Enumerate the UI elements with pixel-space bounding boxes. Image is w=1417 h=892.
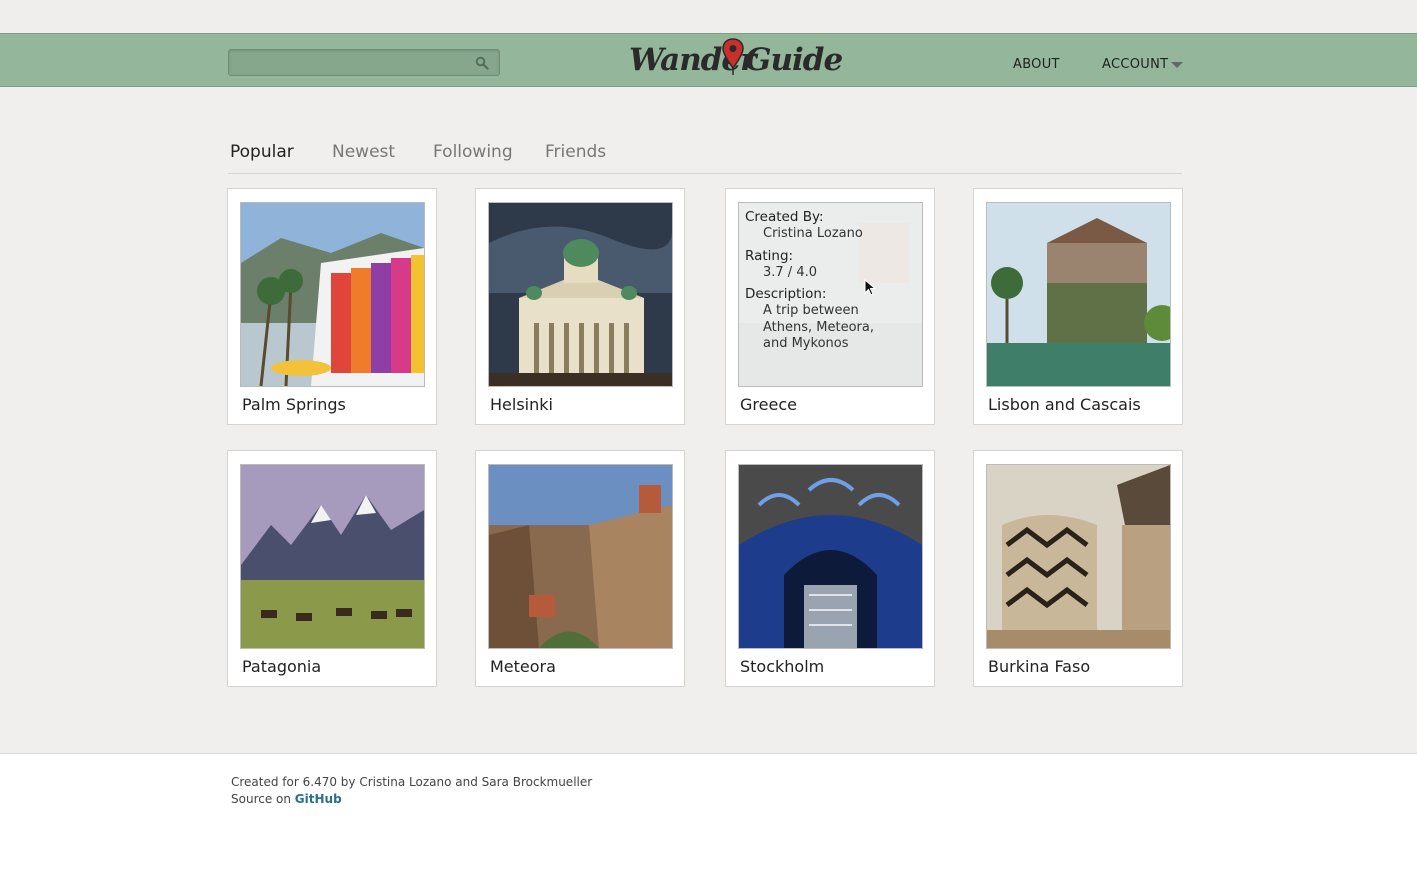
tab-following[interactable]: Following — [433, 142, 513, 162]
description-label: Description: — [745, 286, 827, 302]
search-box[interactable] — [228, 49, 500, 76]
tab-friends[interactable]: Friends — [545, 142, 606, 162]
guide-image[interactable] — [986, 464, 1171, 649]
guide-title[interactable]: Meteora — [490, 657, 556, 676]
feed-tabs: Popular Newest Following Friends — [228, 140, 1182, 174]
guide-image[interactable] — [240, 202, 425, 387]
guide-card-stockholm[interactable]: Stockholm — [725, 450, 935, 687]
footer-credit: Created for 6.470 by Cristina Lozano and… — [231, 775, 593, 789]
github-link[interactable]: GitHub — [295, 792, 342, 806]
search-input[interactable] — [229, 50, 469, 75]
tab-newest[interactable]: Newest — [332, 142, 395, 162]
search-icon[interactable] — [475, 56, 489, 70]
guide-title[interactable]: Patagonia — [242, 657, 321, 676]
guide-card-burkina-faso[interactable]: Burkina Faso — [973, 450, 1183, 687]
footer: Created for 6.470 by Cristina Lozano and… — [0, 753, 1417, 892]
guide-image[interactable] — [240, 464, 425, 649]
guide-card-greece[interactable]: Created By: Cristina Lozano Rating: 3.7 … — [725, 188, 935, 425]
guide-card-palm-springs[interactable]: Palm Springs — [227, 188, 437, 425]
mouse-cursor-icon — [864, 279, 876, 296]
guide-card-helsinki[interactable]: Helsinki — [475, 188, 685, 425]
chevron-down-icon[interactable] — [1171, 62, 1183, 68]
guide-image[interactable] — [488, 202, 673, 387]
top-strip — [0, 0, 1417, 33]
guide-title[interactable]: Helsinki — [490, 395, 553, 414]
created-by-value: Cristina Lozano — [763, 226, 863, 241]
header-bar: Wander Guide ABOUT ACCOUNT — [0, 33, 1417, 87]
guide-hover-details: Created By: Cristina Lozano Rating: 3.7 … — [739, 203, 922, 386]
guide-card-patagonia[interactable]: Patagonia — [227, 450, 437, 687]
nav-account[interactable]: ACCOUNT — [1102, 57, 1168, 72]
guide-title[interactable]: Palm Springs — [242, 395, 346, 414]
rating-value: 3.7 / 4.0 — [763, 264, 817, 280]
description-value: A trip between Athens, Meteora, and Myko… — [763, 303, 874, 351]
footer-source: Source on GitHub — [231, 792, 342, 806]
guide-card-lisbon-and-cascais[interactable]: Lisbon and Cascais — [973, 188, 1183, 425]
guide-image[interactable]: Created By: Cristina Lozano Rating: 3.7 … — [738, 202, 923, 387]
guide-title[interactable]: Stockholm — [740, 657, 824, 676]
rating-label: Rating: — [745, 247, 794, 264]
footer-source-prefix: Source on — [231, 792, 295, 806]
map-pin-icon — [722, 38, 744, 75]
created-by-label: Created By: — [745, 209, 824, 225]
guide-image[interactable] — [488, 464, 673, 649]
logo[interactable]: Wander Guide — [627, 38, 843, 86]
guide-card-meteora[interactable]: Meteora — [475, 450, 685, 687]
guide-image[interactable] — [738, 464, 923, 649]
tab-popular[interactable]: Popular — [230, 142, 294, 162]
nav-about[interactable]: ABOUT — [1013, 57, 1060, 72]
guide-title[interactable]: Burkina Faso — [988, 657, 1090, 676]
guide-title[interactable]: Greece — [740, 395, 797, 414]
logo-text-guide: Guide — [745, 42, 843, 78]
guide-title[interactable]: Lisbon and Cascais — [988, 395, 1141, 414]
guide-image[interactable] — [986, 202, 1171, 387]
